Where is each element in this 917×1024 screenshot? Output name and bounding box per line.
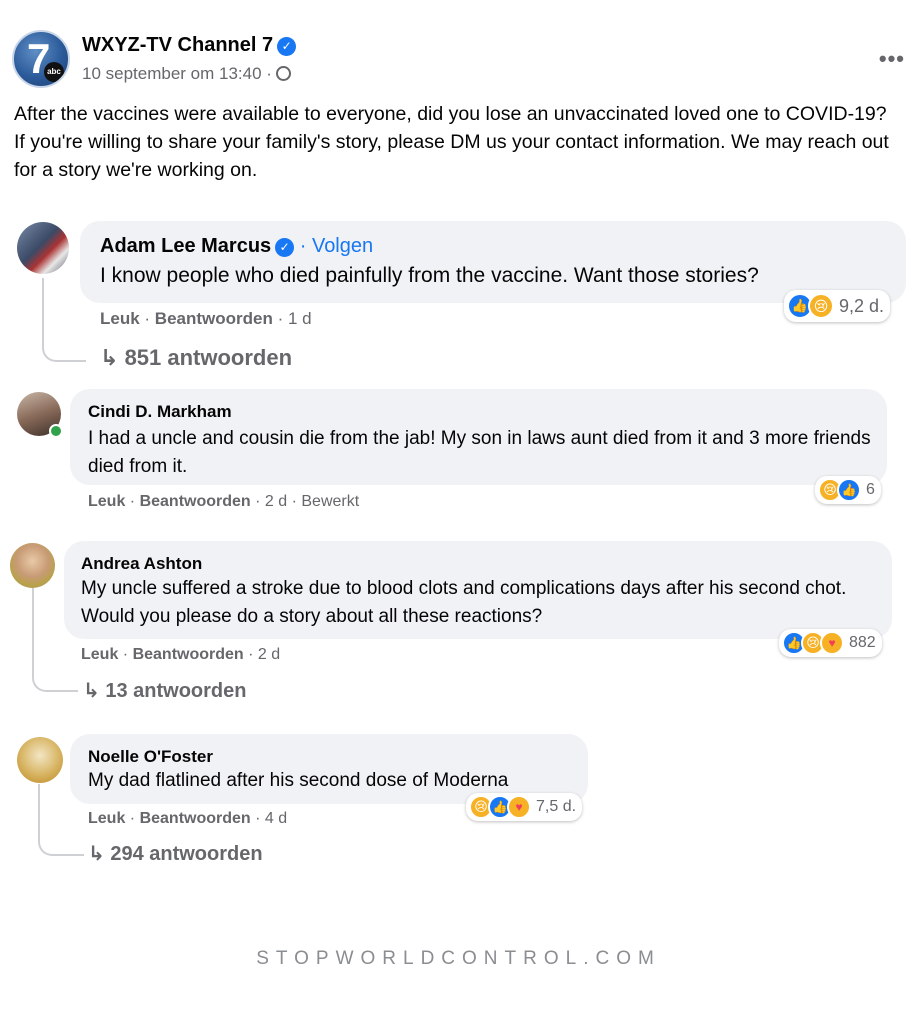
post-text: After the vaccines were available to eve… [14,103,889,181]
sad-reaction-icon: 😢 [808,293,834,319]
comment-time[interactable]: 4 d [265,810,287,827]
page-avatar[interactable]: 7 abc [12,30,70,88]
comment-actions: Leuk · Beantwoorden · 4 d [88,810,287,828]
comment-bubble: Cindi D. Markham I had a uncle and cousi… [70,389,887,485]
comment-author[interactable]: Cindi D. Markham [88,402,232,422]
edited-label: Bewerkt [301,493,360,510]
separator: · [125,810,140,827]
reply-action[interactable]: Beantwoorden [140,810,251,827]
comment-bubble: Andrea Ashton My uncle suffered a stroke… [64,541,892,639]
post-date[interactable]: 10 september om 13:40 · [82,64,272,83]
verified-badge-icon: ✓ [277,37,297,56]
separator: · [139,309,155,328]
follow-link[interactable]: · Volgen [300,235,373,257]
avatar[interactable] [17,392,63,438]
comment-actions: Leuk · Beantwoorden · 2 d [81,646,280,664]
comment-time[interactable]: 1 d [288,309,312,328]
comment-text: I know people who died painfully from th… [100,264,759,287]
comment-actions: Leuk · Beantwoorden · 2 d · Bewerkt [88,493,359,511]
like-action[interactable]: Leuk [88,493,125,510]
avatar[interactable] [17,737,63,783]
thread-connector [42,278,86,362]
view-replies-link[interactable]: ↳ 294 antwoorden [88,841,263,866]
reaction-count: 882 [849,634,876,651]
avatar[interactable] [10,543,55,588]
like-reaction-icon: 👍 [837,478,861,502]
separator: · [272,309,288,328]
reaction-count: 6 [866,481,875,498]
replies-count: 294 antwoorden [110,843,263,865]
like-action[interactable]: Leuk [88,810,125,827]
comment-time[interactable]: 2 d [265,493,287,510]
online-status-indicator [49,424,63,438]
post-meta: 10 september om 13:40 · [82,64,291,84]
avatar[interactable] [17,222,69,274]
reaction-summary[interactable]: 😢 👍 6 [815,476,881,504]
reply-action[interactable]: Beantwoorden [140,493,251,510]
more-options-icon[interactable]: ••• [879,46,905,72]
avatar-logo-badge: abc [44,62,64,82]
care-reaction-icon: ♥ [507,795,531,819]
comment-author[interactable]: Noelle O'Foster [88,747,213,767]
comment-time[interactable]: 2 d [258,646,280,663]
reaction-count: 7,5 d. [536,798,577,815]
reaction-summary[interactable]: 👍 😢 9,2 d. [784,290,891,322]
page-name-row: WXYZ-TV Channel 7 ✓ [82,34,297,57]
separator: · [118,646,133,663]
globe-icon [275,66,291,81]
reaction-count: 9,2 d. [839,295,885,316]
like-action[interactable]: Leuk [100,309,140,328]
separator: · [250,493,265,510]
reply-arrow-icon: ↳ [88,843,105,865]
reaction-summary[interactable]: 😢 👍 ♥ 7,5 d. [466,793,583,821]
view-replies-link[interactable]: ↳ 13 antwoorden [83,678,246,703]
care-reaction-icon: ♥ [820,631,844,655]
watermark-footer: STOPWORLDCONTROL.COM [256,948,661,969]
verified-badge-icon: ✓ [275,238,295,257]
comment-header: Adam Lee Marcus ✓ · Volgen [100,235,373,258]
comment-text: My dad flatlined after his second dose o… [88,770,509,791]
comment-text: My uncle suffered a stroke due to blood … [81,578,847,627]
page-name[interactable]: WXYZ-TV Channel 7 [82,34,273,56]
comment-author[interactable]: Andrea Ashton [81,554,202,574]
comment-actions: Leuk · Beantwoorden · 1 d [100,309,312,329]
separator: · [125,493,140,510]
replies-count: 851 antwoorden [124,345,293,370]
comment-text: I had a uncle and cousin die from the ja… [88,428,871,477]
like-action[interactable]: Leuk [81,646,118,663]
reaction-summary[interactable]: 👍 😢 ♥ 882 [779,629,882,657]
reply-action[interactable]: Beantwoorden [133,646,244,663]
reply-action[interactable]: Beantwoorden [155,309,273,328]
comment-bubble: Adam Lee Marcus ✓ · Volgen I know people … [80,221,906,303]
post-header: 7 abc WXYZ-TV Channel 7 ✓ 10 september om… [12,30,905,90]
view-replies-link[interactable]: ↳ 851 antwoorden [100,345,292,371]
separator: · [250,810,265,827]
reply-arrow-icon: ↳ [83,680,100,702]
replies-count: 13 antwoorden [105,680,247,702]
comment-author[interactable]: Adam Lee Marcus [100,235,271,257]
separator: · [243,646,258,663]
separator: · [287,493,302,510]
reply-arrow-icon: ↳ [100,345,119,370]
